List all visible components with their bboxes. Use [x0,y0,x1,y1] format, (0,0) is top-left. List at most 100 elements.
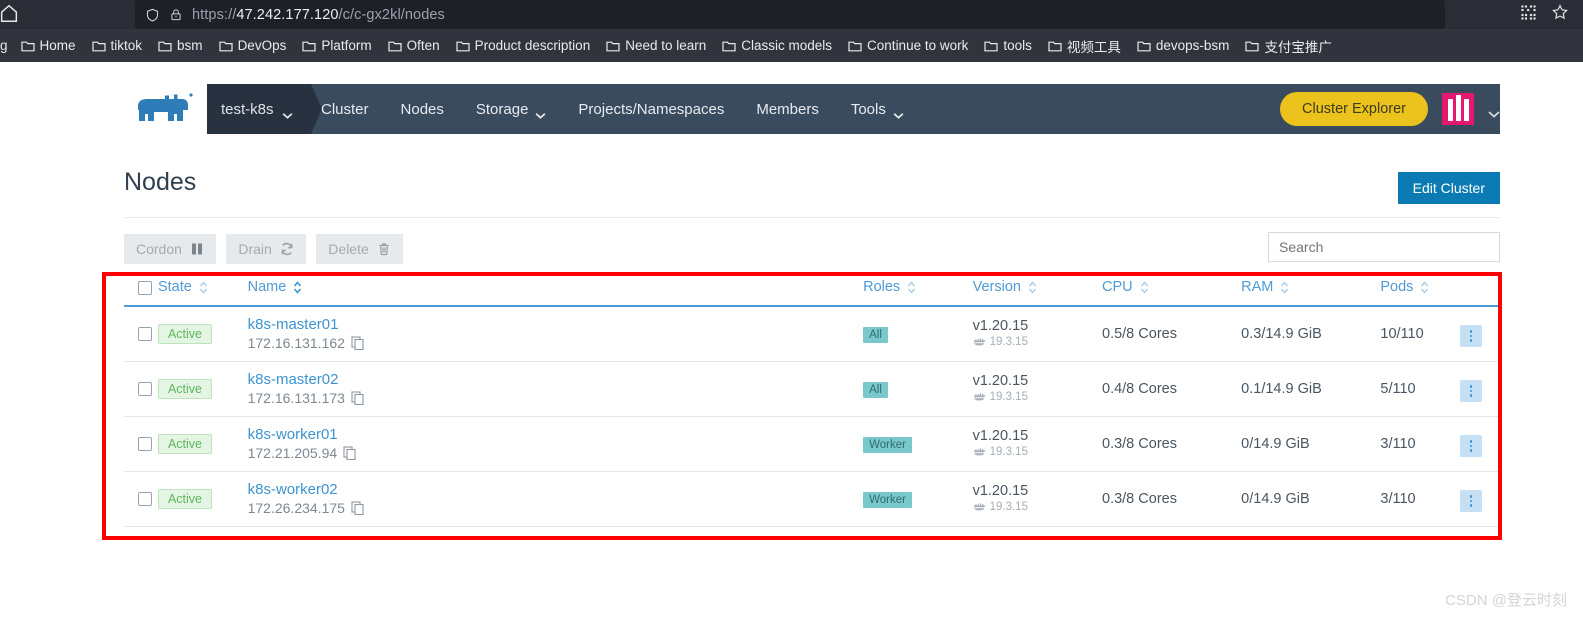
docker-version-text: 19.3.15 [989,500,1028,513]
header-select-all[interactable] [124,273,158,307]
bookmark-stub-label[interactable]: g [0,38,8,53]
search-input[interactable] [1268,232,1500,262]
nav-link-projects-namespaces[interactable]: Projects/Namespaces [562,84,740,134]
bookmark-item[interactable]: tools [977,36,1041,55]
copy-icon[interactable] [343,446,356,461]
header-cpu[interactable]: CPU [1102,273,1242,307]
row-actions-menu-button[interactable] [1460,435,1483,458]
row-checkbox[interactable] [138,382,152,396]
header-pods[interactable]: Pods [1380,273,1461,307]
bookmark-item[interactable]: Classic models [715,36,841,55]
header-state[interactable]: State [157,273,248,307]
edit-cluster-button[interactable]: Edit Cluster [1397,172,1500,204]
rancher-logo-wrap[interactable] [124,84,207,134]
status-badge: Active [157,489,212,509]
bookmark-item[interactable]: Product description [449,36,600,55]
qr-code-icon[interactable] [1520,4,1537,21]
folder-icon [606,39,620,52]
lock-warning-icon[interactable] [169,7,183,23]
drain-button[interactable]: Drain [226,234,306,264]
header-roles[interactable]: Roles [863,273,973,307]
table-row[interactable]: Active k8s-master01 172.16.131.162 All v1.20… [124,306,1500,362]
copy-icon[interactable] [351,336,364,351]
table-row[interactable]: Active k8s-master02 172.16.131.173 All v1.20… [124,361,1500,417]
docker-version: 19.3.15 [973,446,1028,458]
row-select-cell[interactable] [124,361,158,417]
trash-icon [377,242,391,256]
address-bar[interactable]: https://47.242.177.120/c/c-gx2kl/nodes [135,0,1445,29]
node-name-link[interactable]: k8s-worker02 [248,481,864,498]
browser-toolbar-actions [1520,3,1569,21]
avatar-chevron-down-icon[interactable] [1488,105,1500,118]
row-checkbox[interactable] [138,492,152,506]
watermark: CSDN @登云时刻 [1445,592,1567,609]
chevron-down-icon [282,106,293,119]
bookmark-item[interactable]: devops-bsm [1130,36,1239,55]
bookmark-item[interactable]: Platform [295,36,380,55]
roles-cell: All [863,361,973,417]
cpu-cell: 0.3/8 Cores [1102,471,1242,527]
row-select-cell[interactable] [124,416,158,472]
node-name-link[interactable]: k8s-worker01 [248,426,864,443]
bookmark-label: Often [406,38,440,53]
row-actions-cell[interactable] [1460,416,1500,472]
table-row[interactable]: Active k8s-worker02 172.26.234.175 Worker v1… [124,471,1500,527]
header-ram-label: RAM [1241,279,1274,295]
row-select-cell[interactable] [124,471,158,527]
header-name[interactable]: Name [247,273,864,307]
nav-link-members[interactable]: Members [740,84,835,134]
row-actions-menu-button[interactable] [1460,380,1483,403]
row-actions-cell[interactable] [1460,471,1500,527]
user-avatar[interactable] [1442,93,1474,125]
cluster-explorer-button[interactable]: Cluster Explorer [1280,92,1428,126]
row-actions-cell[interactable] [1460,361,1500,417]
bookmark-item[interactable]: Continue to work [841,36,977,55]
bookmark-label: Product description [474,38,591,53]
nodes-table: State Name Roles Version CPU RAM Pods Ac… [124,273,1500,527]
bookmark-item[interactable]: DevOps [212,36,296,55]
copy-icon[interactable] [351,501,364,516]
bookmark-item[interactable]: Need to learn [599,36,715,55]
nav-links: Cluster Nodes Storage Projects/Namespaces Me… [305,84,920,134]
sort-icon [199,280,208,294]
nav-link-nodes[interactable]: Nodes [385,84,460,134]
copy-icon[interactable] [351,391,364,406]
cordon-button[interactable]: Cordon [124,234,216,264]
nav-right-actions: Cluster Explorer [1280,84,1500,134]
bookmark-label: devops-bsm [1155,38,1230,53]
docker-whale-icon [973,392,986,401]
star-icon[interactable] [1551,3,1569,21]
row-checkbox[interactable] [138,327,152,341]
row-actions-cell[interactable] [1460,306,1500,362]
bookmark-item[interactable]: bsm [151,36,212,55]
bookmark-item[interactable]: tiktok [85,36,152,55]
nav-link-storage[interactable]: Storage [460,84,563,134]
nav-link-cluster[interactable]: Cluster [305,84,385,134]
row-select-cell[interactable] [124,306,158,362]
role-badge: Worker [863,491,912,508]
table-row[interactable]: Active k8s-worker01 172.21.205.94 Worker v1.… [124,416,1500,472]
row-actions-menu-button[interactable] [1460,325,1483,348]
header-version[interactable]: Version [972,273,1102,307]
pause-icon [190,242,204,256]
node-name-link[interactable]: k8s-master01 [248,316,864,333]
header-ram[interactable]: RAM [1241,273,1381,307]
node-name-link[interactable]: k8s-master02 [248,371,864,388]
drain-button-label: Drain [238,241,272,257]
delete-button[interactable]: Delete [316,234,403,264]
header-state-label: State [157,279,192,295]
nav-link-tools[interactable]: Tools [835,84,920,134]
select-all-checkbox[interactable] [138,281,152,295]
bookmark-item[interactable]: Home [14,36,85,55]
bookmark-item[interactable]: 支付宝推广 [1238,34,1341,58]
row-checkbox[interactable] [138,437,152,451]
row-actions-menu-button[interactable] [1460,490,1483,513]
bookmark-item[interactable]: Often [381,36,449,55]
bookmark-item[interactable]: 视频工具 [1041,34,1130,58]
kubernetes-version: v1.20.15 [972,318,1029,334]
home-icon[interactable] [0,1,20,25]
cluster-selector[interactable]: test-k8s [207,84,321,134]
header-divider [124,217,1500,218]
role-badge: All [863,381,888,398]
node-ip: 172.16.131.162 [248,335,364,351]
